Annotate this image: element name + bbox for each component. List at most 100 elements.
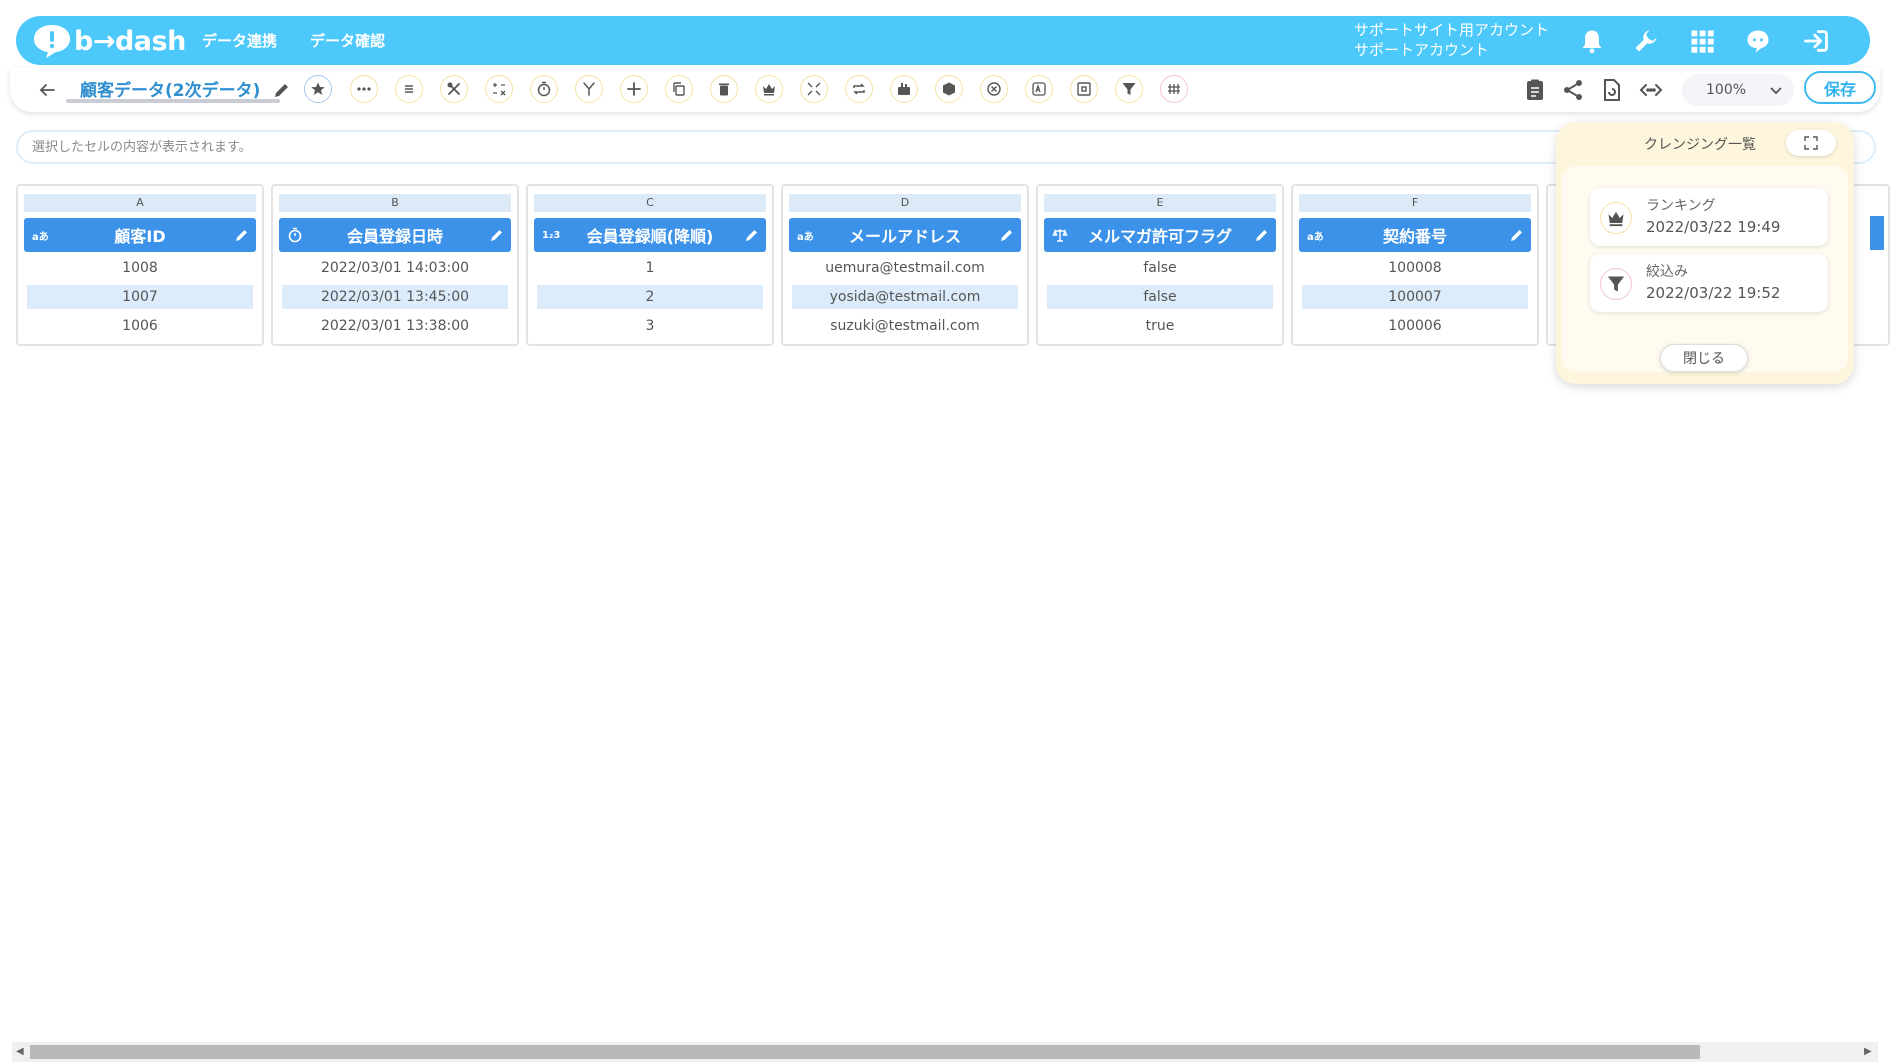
column-title: 契約番号: [1382, 227, 1447, 246]
logout-icon[interactable]: [1800, 26, 1832, 56]
text-type-icon: aあ: [1307, 231, 1324, 243]
column-header-partial[interactable]: [1870, 216, 1884, 250]
scrollbar-thumb[interactable]: [30, 1045, 1700, 1059]
horizontal-scrollbar[interactable]: ◀ ▶: [12, 1042, 1878, 1062]
filter-funnel-icon[interactable]: [1115, 75, 1143, 103]
table-cell[interactable]: 3: [537, 314, 763, 338]
column-header[interactable]: 会員登録日時: [279, 218, 511, 252]
column-title: 会員登録順(降順): [586, 227, 714, 246]
save-button[interactable]: 保存: [1804, 71, 1876, 104]
calc-operators-icon[interactable]: [485, 75, 513, 103]
list-lines-icon[interactable]: [395, 75, 423, 103]
column-b: B 会員登録日時 2022/03/01 14:03:00 2022/03/01 13:…: [271, 184, 519, 346]
close-panel-button[interactable]: 閉じる: [1660, 344, 1748, 372]
column-header[interactable]: メルマガ許可フラグ: [1044, 218, 1276, 252]
table-cell[interactable]: 2022/03/01 13:45:00: [282, 285, 508, 309]
zoom-value: 100%: [1706, 82, 1747, 98]
table-cell[interactable]: 100007: [1302, 285, 1528, 309]
edit-column-pencil-icon[interactable]: [1254, 227, 1270, 243]
expand-panel-button[interactable]: [1786, 130, 1836, 156]
account-info[interactable]: サポートサイト用アカウント サポートアカウント: [1354, 20, 1549, 60]
table-cell[interactable]: 2: [537, 285, 763, 309]
add-plus-icon[interactable]: [620, 75, 648, 103]
table-cell[interactable]: 1007: [27, 285, 253, 309]
code-arrows-icon[interactable]: [1638, 77, 1664, 103]
support-chat-icon[interactable]: [1742, 26, 1774, 56]
number-type-icon: 1₂3: [542, 229, 561, 241]
timer-icon[interactable]: [530, 75, 558, 103]
grid-settings-icon[interactable]: [1160, 75, 1188, 103]
column-a: Aaあ 顧客ID 1008 1007 1006: [16, 184, 264, 346]
edit-column-pencil-icon[interactable]: [999, 227, 1015, 243]
ranking-crown-icon[interactable]: [755, 75, 783, 103]
table-cell[interactable]: 2022/03/01 14:03:00: [282, 256, 508, 280]
table-cell[interactable]: 1008: [27, 256, 253, 280]
column-title: 顧客ID: [114, 227, 166, 246]
edit-column-pencil-icon[interactable]: [1509, 227, 1525, 243]
history-item-filter[interactable]: 絞込み 2022/03/22 19:52: [1590, 254, 1828, 312]
table-cell[interactable]: 1: [537, 256, 763, 280]
column-c: C 1₂3 会員登録順(降順) 1 2 3: [526, 184, 774, 346]
table-cell[interactable]: 100006: [1302, 314, 1528, 338]
copy-icon[interactable]: [665, 75, 693, 103]
refresh-document-icon[interactable]: [1598, 77, 1624, 103]
table-cell[interactable]: uemura@testmail.com: [792, 256, 1018, 280]
cleansing-panel: クレンジング一覧 ランキング 2022/03/22 19:49 絞込み 2022…: [1556, 122, 1854, 384]
clear-x-circle-icon[interactable]: [980, 75, 1008, 103]
table-cell[interactable]: 2022/03/01 13:38:00: [282, 314, 508, 338]
table-cell[interactable]: yosida@testmail.com: [792, 285, 1018, 309]
frame-square-icon[interactable]: [1070, 75, 1098, 103]
column-letter[interactable]: C: [534, 194, 766, 212]
top-header: b→dash データ連携 データ確認 サポートサイト用アカウント サポートアカウ…: [16, 16, 1870, 65]
column-header[interactable]: aあ 顧客ID: [24, 218, 256, 252]
edit-title-pencil-icon[interactable]: [272, 80, 292, 100]
history-item-time: 2022/03/22 19:49: [1646, 218, 1781, 236]
package-box-icon[interactable]: [935, 75, 963, 103]
bdash-logo[interactable]: b→dash: [32, 22, 186, 60]
trash-icon[interactable]: [710, 75, 738, 103]
column-letter[interactable]: F: [1299, 194, 1531, 212]
zoom-select[interactable]: 100%: [1682, 74, 1794, 106]
column-header[interactable]: aあ 契約番号: [1299, 218, 1531, 252]
app-root: b→dash データ連携 データ確認 サポートサイト用アカウント サポートアカウ…: [0, 0, 1890, 1063]
edit-column-pencil-icon[interactable]: [744, 227, 760, 243]
app-grid-icon[interactable]: [1686, 26, 1718, 56]
expand-arrows-icon[interactable]: [800, 75, 828, 103]
chart-box-icon[interactable]: [890, 75, 918, 103]
edit-column-pencil-icon[interactable]: [234, 227, 250, 243]
column-header[interactable]: 1₂3 会員登録順(降順): [534, 218, 766, 252]
tools-cross-icon[interactable]: [440, 75, 468, 103]
column-letter[interactable]: B: [279, 194, 511, 212]
edit-column-pencil-icon[interactable]: [489, 227, 505, 243]
scroll-left-arrow-icon[interactable]: ◀: [16, 1046, 26, 1058]
more-dots-icon[interactable]: [350, 75, 378, 103]
column-title: メルマガ許可フラグ: [1087, 227, 1232, 246]
table-cell[interactable]: 100008: [1302, 256, 1528, 280]
notification-bell-icon[interactable]: [1576, 26, 1608, 56]
table-cell[interactable]: false: [1047, 256, 1273, 280]
text-type-icon: aあ: [32, 231, 49, 243]
history-item-name: ランキング: [1646, 198, 1716, 214]
column-f: Faあ 契約番号 100008 100007 100006: [1291, 184, 1539, 346]
merge-split-icon[interactable]: [575, 75, 603, 103]
nav-data-check[interactable]: データ確認: [310, 30, 385, 51]
repeat-loop-icon[interactable]: [845, 75, 873, 103]
panel-title: クレンジング一覧: [1644, 137, 1756, 153]
column-header[interactable]: aあ メールアドレス: [789, 218, 1021, 252]
history-item-ranking[interactable]: ランキング 2022/03/22 19:49: [1590, 188, 1828, 246]
wrench-icon[interactable]: [1630, 26, 1662, 56]
clipboard-icon[interactable]: [1522, 77, 1548, 103]
table-cell[interactable]: false: [1047, 285, 1273, 309]
nav-data-integration[interactable]: データ連携: [202, 30, 277, 51]
table-cell[interactable]: suzuki@testmail.com: [792, 314, 1018, 338]
back-arrow-icon[interactable]: [36, 80, 58, 100]
share-icon[interactable]: [1560, 77, 1586, 103]
convert-text-icon[interactable]: [1025, 75, 1053, 103]
column-letter[interactable]: A: [24, 194, 256, 212]
favorite-star-icon[interactable]: [304, 75, 332, 103]
table-cell[interactable]: true: [1047, 314, 1273, 338]
scroll-right-arrow-icon[interactable]: ▶: [1864, 1046, 1874, 1058]
column-letter[interactable]: E: [1044, 194, 1276, 212]
table-cell[interactable]: 1006: [27, 314, 253, 338]
column-letter[interactable]: D: [789, 194, 1021, 212]
